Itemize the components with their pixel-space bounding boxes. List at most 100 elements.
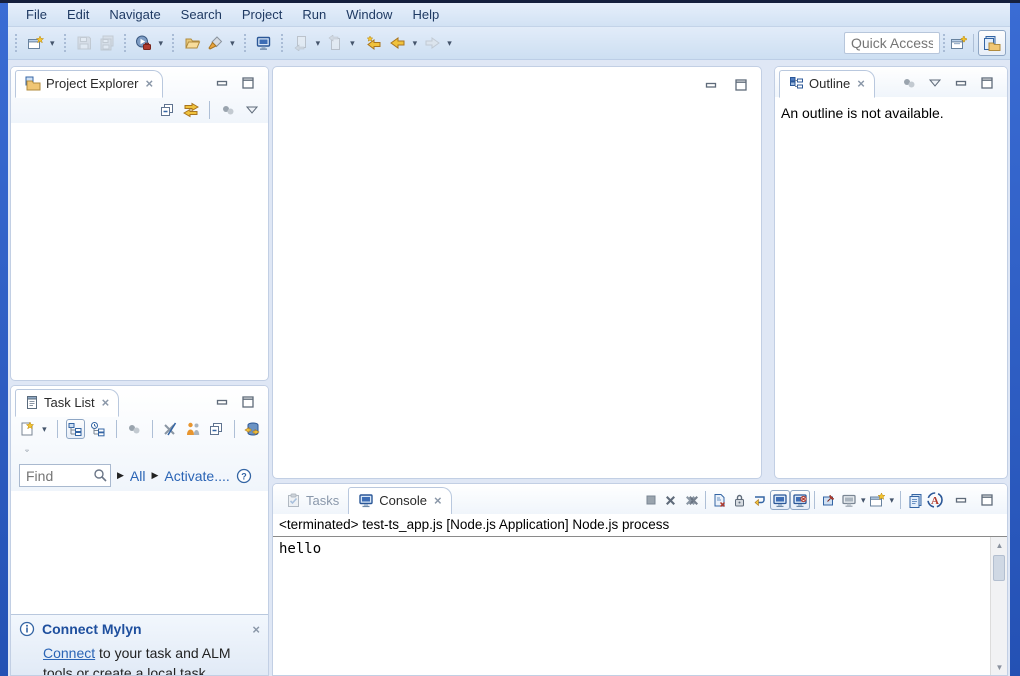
word-wrap-icon[interactable]: [750, 490, 770, 510]
last-edit-location-icon[interactable]: [365, 32, 385, 54]
toolbar-drag-handle[interactable]: [64, 34, 67, 52]
menu-search[interactable]: Search: [171, 4, 232, 25]
scrollbar-thumb[interactable]: [993, 555, 1005, 581]
expand-arrow-icon[interactable]: ▶: [151, 470, 158, 481]
hide-completed-icon[interactable]: [161, 419, 180, 439]
project-explorer-tree[interactable]: [11, 123, 268, 380]
close-icon[interactable]: ×: [145, 76, 153, 91]
menu-edit[interactable]: Edit: [57, 4, 99, 25]
forward-dropdown-icon[interactable]: ▾: [445, 38, 454, 49]
expand-arrow-icon[interactable]: ▶: [117, 470, 124, 481]
scheduled-view-icon[interactable]: [89, 419, 108, 439]
focus-workweek-icon[interactable]: [184, 419, 203, 439]
ansi-console-icon[interactable]: A: [925, 490, 945, 510]
menu-project[interactable]: Project: [232, 4, 292, 25]
menu-window[interactable]: Window: [336, 4, 402, 25]
menu-navigate[interactable]: Navigate: [99, 4, 170, 25]
tab-console[interactable]: Console ×: [348, 487, 451, 515]
toolbar-drag-handle[interactable]: [172, 34, 175, 52]
run-external-tools-icon[interactable]: [134, 32, 154, 54]
console-scrollbar[interactable]: ▲ ▼: [990, 537, 1007, 675]
help-icon[interactable]: ?: [236, 468, 252, 484]
back-dropdown-icon[interactable]: ▾: [411, 38, 420, 49]
terminate-icon[interactable]: [641, 490, 661, 510]
remove-launch-icon[interactable]: [661, 490, 681, 510]
show-stderr-icon[interactable]: [790, 490, 810, 510]
tab-task-list[interactable]: Task List ×: [15, 389, 119, 417]
collapse-all-icon[interactable]: [207, 419, 226, 439]
maximize-icon[interactable]: [238, 73, 258, 93]
tab-tasks[interactable]: Tasks: [277, 486, 348, 514]
view-menu-icon[interactable]: [218, 100, 238, 120]
close-icon[interactable]: ×: [102, 395, 110, 410]
back-icon[interactable]: [388, 32, 408, 54]
scroll-down-icon[interactable]: ▼: [991, 659, 1008, 675]
pin-console-icon[interactable]: [819, 490, 839, 510]
open-console-icon[interactable]: [867, 490, 887, 510]
new-task-dropdown-icon[interactable]: ▾: [40, 424, 49, 435]
view-menu-dropdown-icon[interactable]: [925, 73, 945, 93]
link-with-editor-icon[interactable]: [181, 100, 201, 120]
minimize-icon[interactable]: [701, 75, 721, 95]
run-dropdown-icon[interactable]: ▾: [157, 38, 166, 49]
show-stdout-icon[interactable]: [770, 490, 790, 510]
open-perspective-icon[interactable]: [949, 32, 969, 54]
tab-project-explorer[interactable]: Project Explorer ×: [15, 70, 163, 98]
tab-outline[interactable]: Outline ×: [779, 70, 875, 98]
display-console-icon[interactable]: [839, 490, 859, 510]
minimize-icon[interactable]: [951, 490, 971, 510]
minimize-icon[interactable]: [212, 73, 232, 93]
new-wizard-icon[interactable]: [25, 32, 45, 54]
open-folder-icon[interactable]: [182, 32, 202, 54]
maximize-icon[interactable]: [731, 75, 751, 95]
open-console-dropdown-icon[interactable]: ▾: [887, 495, 896, 506]
view-menu-icon[interactable]: [125, 419, 144, 439]
new-task-icon[interactable]: [17, 419, 36, 439]
toolbar-drag-handle[interactable]: [15, 34, 18, 52]
toolbar-drag-handle[interactable]: [124, 34, 127, 52]
view-dropdown-icon[interactable]: [17, 441, 37, 461]
close-icon[interactable]: ×: [252, 622, 260, 637]
menu-help[interactable]: Help: [402, 4, 449, 25]
console-pages-icon[interactable]: [905, 490, 925, 510]
clear-console-icon[interactable]: [710, 490, 730, 510]
scroll-lock-icon[interactable]: [730, 490, 750, 510]
save-icon[interactable]: [74, 32, 94, 54]
view-menu-icon[interactable]: [899, 73, 919, 93]
menu-run[interactable]: Run: [292, 4, 336, 25]
close-icon[interactable]: ×: [857, 76, 865, 91]
toolbar-drag-handle[interactable]: [281, 34, 284, 52]
close-icon[interactable]: ×: [434, 493, 442, 508]
save-all-icon[interactable]: [97, 32, 117, 54]
maximize-icon[interactable]: [977, 73, 997, 93]
view-menu-dropdown-icon[interactable]: [242, 100, 262, 120]
toolbar-drag-handle[interactable]: [244, 34, 247, 52]
remove-all-launches-icon[interactable]: [681, 490, 701, 510]
menu-file[interactable]: File: [16, 4, 57, 25]
console-output-area[interactable]: hello ▲ ▼: [273, 537, 1007, 675]
quick-access-input[interactable]: [844, 32, 940, 54]
toolbar-drag-handle[interactable]: [943, 34, 946, 52]
previous-annotation-dropdown-icon[interactable]: ▾: [348, 38, 357, 49]
connect-link[interactable]: Connect: [43, 645, 95, 661]
activate-link[interactable]: Activate....: [164, 468, 229, 484]
editor-area[interactable]: [272, 66, 762, 479]
maximize-icon[interactable]: [238, 392, 258, 412]
paintbrush-icon[interactable]: [205, 32, 225, 54]
active-perspective-icon[interactable]: [978, 30, 1006, 56]
next-annotation-dropdown-icon[interactable]: ▾: [314, 38, 323, 49]
all-link[interactable]: All: [130, 468, 146, 484]
synchronize-tasks-icon[interactable]: [243, 419, 262, 439]
brush-dropdown-icon[interactable]: ▾: [228, 38, 237, 49]
maximize-icon[interactable]: [977, 490, 997, 510]
minimize-icon[interactable]: [951, 73, 971, 93]
previous-annotation-icon[interactable]: [325, 32, 345, 54]
collapse-all-icon[interactable]: [157, 100, 177, 120]
forward-icon[interactable]: [422, 32, 442, 54]
scroll-up-icon[interactable]: ▲: [991, 537, 1008, 553]
categorized-view-icon[interactable]: [66, 419, 85, 439]
display-console-dropdown-icon[interactable]: ▾: [859, 495, 868, 506]
console-monitor-icon[interactable]: [254, 32, 274, 54]
next-annotation-icon[interactable]: [291, 32, 311, 54]
minimize-icon[interactable]: [212, 392, 232, 412]
